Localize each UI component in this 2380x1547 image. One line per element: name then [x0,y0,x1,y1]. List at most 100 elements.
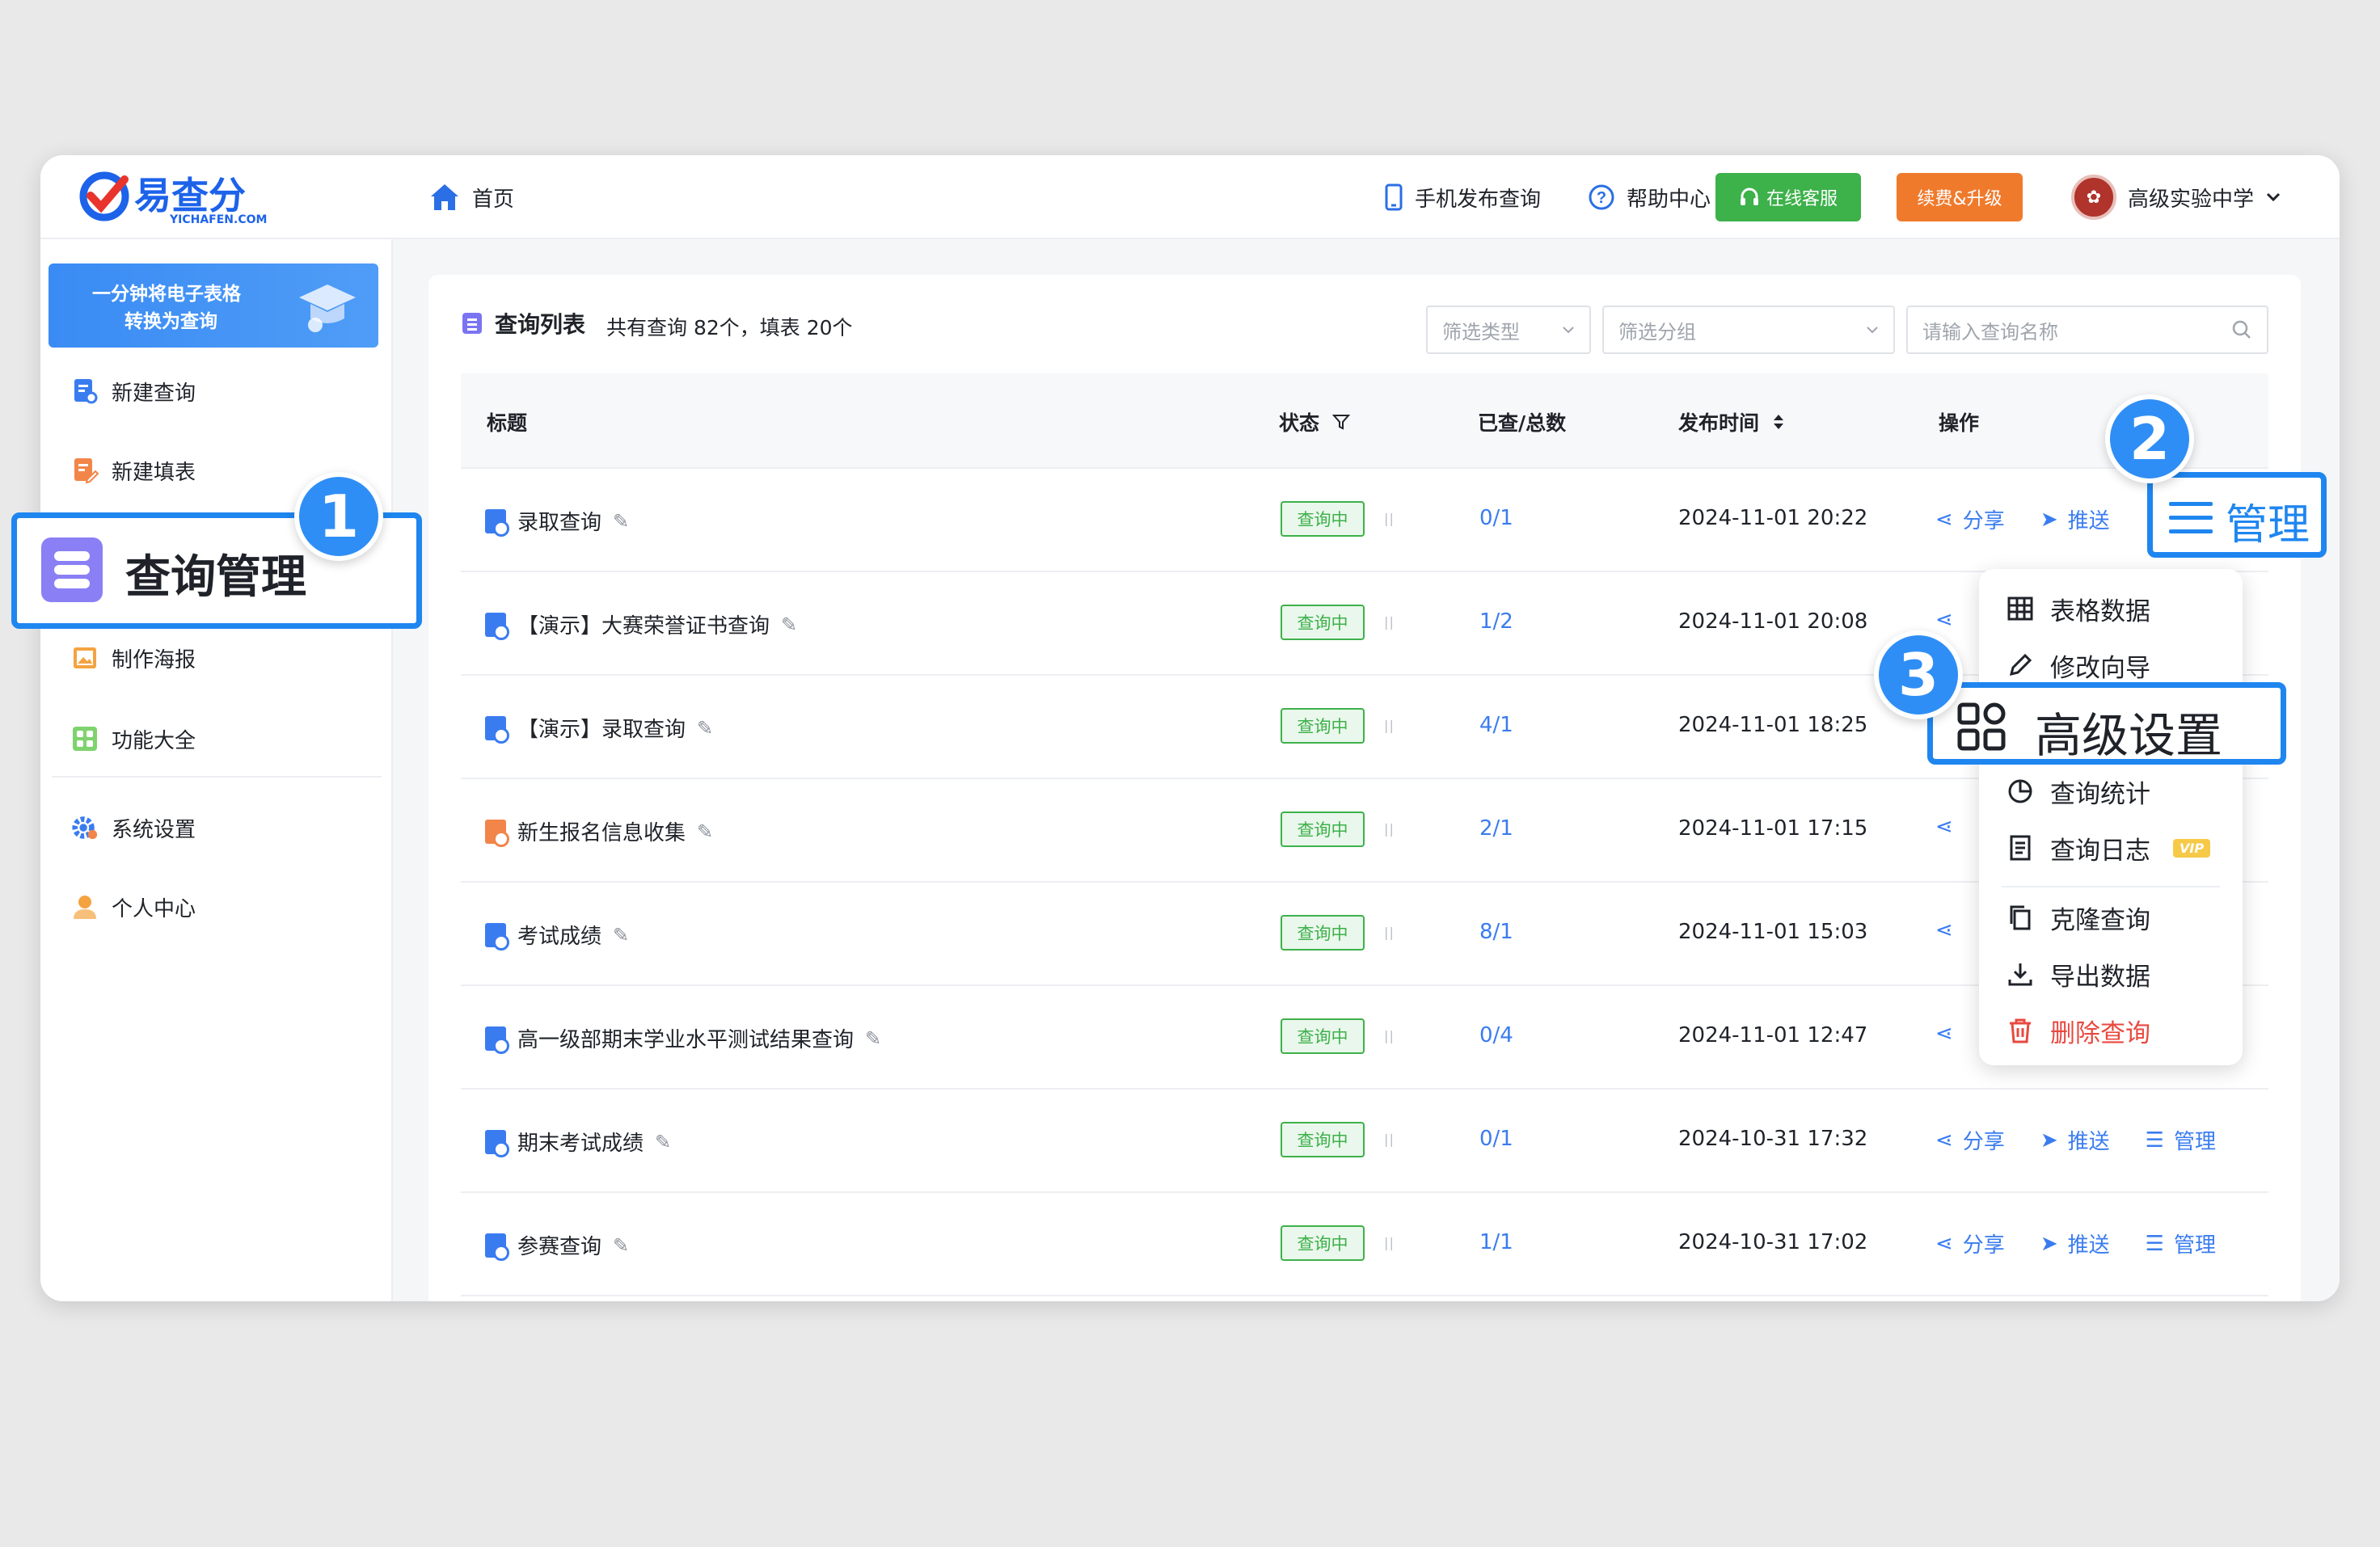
status-badge: 查询中 [1281,915,1365,951]
push-button[interactable]: ➤ 推送 [2040,1229,2110,1258]
edit-title-icon[interactable]: ✎ [655,1131,671,1153]
sidebar-item-personal-center[interactable]: 个人中心 [71,887,196,926]
highlight-manage-button[interactable]: 管理 [2147,472,2327,558]
push-label: 推送 [2067,509,2110,533]
row-title[interactable]: 参赛查询 [517,1230,601,1260]
row-title[interactable]: 【演示】录取查询 [517,713,686,743]
filter-group-select[interactable]: 筛选分组 [1602,306,1895,354]
menu-item-delete-query[interactable]: 删除查询 [2007,1010,2150,1051]
menu-item-export-data[interactable]: 导出数据 [2007,954,2150,994]
edit-title-icon[interactable]: ✎ [613,1234,629,1257]
publish-time: 2024-11-01 20:22 [1678,506,1868,530]
sort-icon [1774,415,1784,429]
school-account-menu[interactable]: ✿ 高级实验中学 [2071,171,2281,223]
viewed-total-count[interactable]: 1/2 [1479,609,1513,634]
viewed-total-count[interactable]: 0/4 [1479,1023,1513,1047]
push-button[interactable]: ➤ 推送 [2040,1125,2110,1155]
download-icon [2008,963,2032,986]
viewed-total-count[interactable]: 8/1 [1479,920,1513,944]
pause-toggle-icon[interactable]: | | [1384,1132,1394,1147]
new-form-icon [74,458,99,484]
row-title[interactable]: 期末考试成绩 [517,1127,644,1157]
send-icon: ➤ [2040,507,2058,532]
menu-item-table-data[interactable]: 表格数据 [2007,588,2150,629]
row-title[interactable]: 录取查询 [517,506,601,536]
nav-mobile-publish[interactable]: 手机发布查询 [1384,179,1541,215]
pause-toggle-icon[interactable]: | | [1384,511,1394,526]
nav-help-label: 帮助中心 [1627,187,1711,212]
menu-item-clone-query[interactable]: 克隆查询 [2007,897,2150,938]
share-icon: ⋖ [1935,507,1953,532]
sidebar-item-features[interactable]: 功能大全 [71,719,196,758]
push-label: 推送 [2067,1233,2110,1258]
col-time[interactable]: 发布时间 [1678,407,1785,436]
share-button[interactable]: ⋖ [1935,815,1953,839]
share-button[interactable]: ⋖ 分享 [1935,1229,2005,1258]
edit-title-icon[interactable]: ✎ [865,1027,881,1050]
pause-toggle-icon[interactable]: | | [1384,614,1394,630]
table-icon [2007,596,2033,621]
help-icon: ? [1589,184,1614,210]
highlight-advanced-settings[interactable]: 高级设置 [1927,682,2286,765]
edit-title-icon[interactable]: ✎ [697,717,713,740]
share-button[interactable]: ⋖ [1935,1022,1953,1046]
pause-toggle-icon[interactable]: | | [1384,925,1394,940]
menu-item-query-log[interactable]: 查询日志 VIP [2007,828,2211,868]
nav-help-center[interactable]: ? 帮助中心 [1588,179,1711,215]
share-button[interactable]: ⋖ 分享 [1935,504,2005,534]
menu-item-query-stats[interactable]: 查询统计 [2007,771,2150,811]
menu-item-label: 查询日志 [2050,836,2150,866]
svg-text:?: ? [1597,189,1606,207]
viewed-total-count[interactable]: 2/1 [1479,816,1513,841]
viewed-total-count[interactable]: 4/1 [1479,713,1513,737]
edit-title-icon[interactable]: ✎ [697,820,713,843]
row-title[interactable]: 新生报名信息收集 [517,816,686,846]
search-input[interactable]: 请输入查询名称 [1906,306,2268,354]
sidebar-item-new-form[interactable]: 新建填表 [71,451,196,490]
advanced-settings-label: 高级设置 [2035,708,2223,763]
viewed-total-count[interactable]: 0/1 [1479,506,1513,530]
sidebar-item-poster[interactable]: 制作海报 [71,639,196,677]
col-status[interactable]: 状态 [1279,407,1351,436]
top-bar: 易查分 YICHAFEN.COM 首页 手机发布查询 ? 帮助中心 在线客服 续… [40,155,2340,239]
promo-banner[interactable]: 一分钟将电子表格 转换为查询 [49,263,378,348]
row-title-cell: 高一级部期末学业水平测试结果查询 ✎ [485,1023,881,1054]
viewed-total-count[interactable]: 1/1 [1479,1230,1513,1254]
menu-item-label: 查询统计 [2050,779,2150,809]
pause-toggle-icon[interactable]: | | [1384,718,1394,733]
viewed-total-count[interactable]: 0/1 [1479,1127,1513,1151]
row-title[interactable]: 【演示】大赛荣誉证书查询 [517,609,770,639]
status-badge: 查询中 [1281,708,1365,744]
manage-button[interactable]: ☰ 管理 [2146,1229,2216,1258]
pause-toggle-icon[interactable]: | | [1384,1235,1394,1250]
menu-item-edit-wizard[interactable]: 修改向导 [2007,645,2150,685]
filter-type-select[interactable]: 筛选类型 [1426,306,1591,354]
row-title[interactable]: 高一级部期末学业水平测试结果查询 [517,1023,854,1053]
share-button[interactable]: ⋖ [1935,918,1953,942]
menu-item-label: 导出数据 [2050,962,2150,992]
pause-toggle-icon[interactable]: | | [1384,1028,1394,1043]
edit-title-icon[interactable]: ✎ [613,924,629,946]
chevron-down-icon [1867,327,1878,334]
menu-divider [2002,886,2220,887]
search-placeholder: 请输入查询名称 [1922,320,2058,344]
nav-home[interactable]: 首页 [428,179,514,215]
renew-upgrade-button[interactable]: 续费&升级 [1897,173,2023,221]
edit-title-icon[interactable]: ✎ [781,613,797,636]
row-title[interactable]: 考试成绩 [517,920,601,950]
manage-button[interactable]: ☰ 管理 [2146,1125,2216,1155]
logo[interactable]: 易查分 YICHAFEN.COM [76,163,278,233]
sidebar-divider [52,776,382,778]
online-service-button[interactable]: 在线客服 [1715,173,1861,221]
share-button[interactable]: ⋖ 分享 [1935,1125,2005,1155]
push-button[interactable]: ➤ 推送 [2040,504,2110,534]
share-icon: ⋖ [1935,608,1953,632]
query-doc-icon [485,922,509,951]
query-doc-icon [485,1233,509,1261]
share-button[interactable]: ⋖ [1935,608,1953,632]
sidebar-item-new-query[interactable]: 新建查询 [71,372,196,411]
edit-title-icon[interactable]: ✎ [613,510,629,533]
pause-toggle-icon[interactable]: | | [1384,821,1394,837]
sidebar-item-system-settings[interactable]: 系统设置 [71,808,196,847]
query-doc-icon [485,1129,509,1157]
